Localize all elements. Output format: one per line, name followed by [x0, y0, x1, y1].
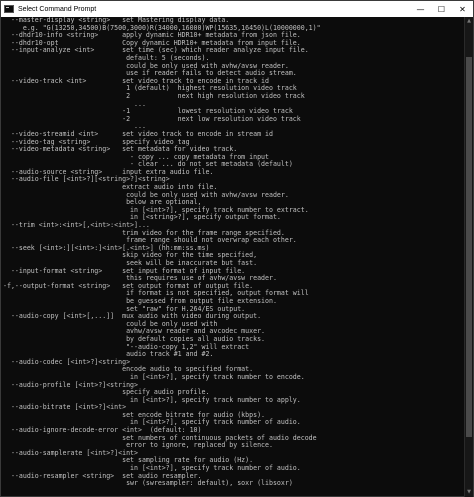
console-output-area[interactable]: --master-display <string> set Mastering …	[1, 17, 464, 497]
maximize-button[interactable]: ☐	[431, 1, 452, 17]
command-prompt-icon	[4, 5, 14, 13]
vertical-scrollbar[interactable]: ▲ ▼	[464, 17, 473, 497]
minimize-button[interactable]: —	[410, 1, 431, 17]
scroll-up-arrow-icon[interactable]: ▲	[465, 17, 473, 26]
scroll-down-arrow-icon[interactable]: ▼	[465, 488, 473, 497]
console-line: swr (swresampler: default), soxr (libsox…	[3, 479, 293, 488]
title-bar[interactable]: Select Command Prompt — ☐ ✕	[1, 1, 473, 17]
console-output: --master-display <string> set Mastering …	[1, 17, 464, 488]
window-controls: — ☐ ✕	[410, 1, 473, 17]
command-prompt-window: Select Command Prompt — ☐ ✕ --master-dis…	[0, 0, 474, 497]
close-button[interactable]: ✕	[452, 1, 473, 17]
window-title: Select Command Prompt	[18, 5, 97, 13]
scrollbar-thumb[interactable]	[466, 57, 472, 437]
